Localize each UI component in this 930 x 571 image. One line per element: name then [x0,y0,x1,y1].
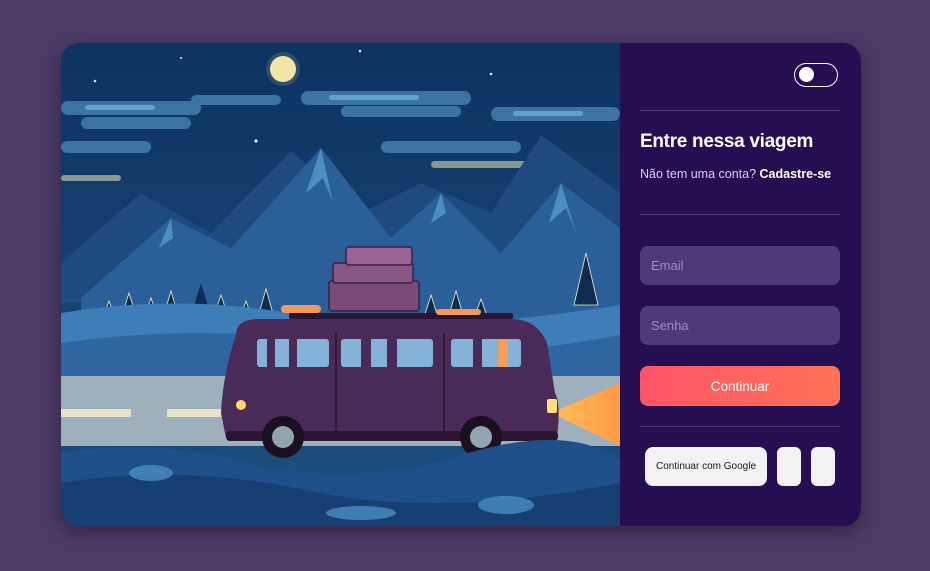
login-card: Entre nessa viagem Não tem uma conta? Ca… [61,43,861,526]
login-panel: Entre nessa viagem Não tem uma conta? Ca… [620,43,861,526]
email-field[interactable] [640,246,840,285]
middle-divider [640,214,840,215]
signup-link[interactable]: Cadastre-se [760,167,832,181]
bottom-divider [640,426,840,427]
page-title: Entre nessa viagem [640,131,814,152]
password-field[interactable] [640,306,840,345]
continue-button[interactable]: Continuar [640,366,840,406]
google-login-button[interactable]: Continuar com Google [645,447,767,486]
social-login-button-2[interactable] [811,447,835,486]
social-login-button-1[interactable] [777,447,801,486]
theme-toggle[interactable] [794,63,838,87]
illustration-van-night-svg [61,43,620,526]
signup-prompt-text: Não tem uma conta? [640,167,757,181]
toggle-knob [799,67,814,82]
top-divider [640,110,840,111]
illustration-van-night [61,43,620,526]
signup-prompt: Não tem uma conta? Cadastre-se [640,167,831,181]
